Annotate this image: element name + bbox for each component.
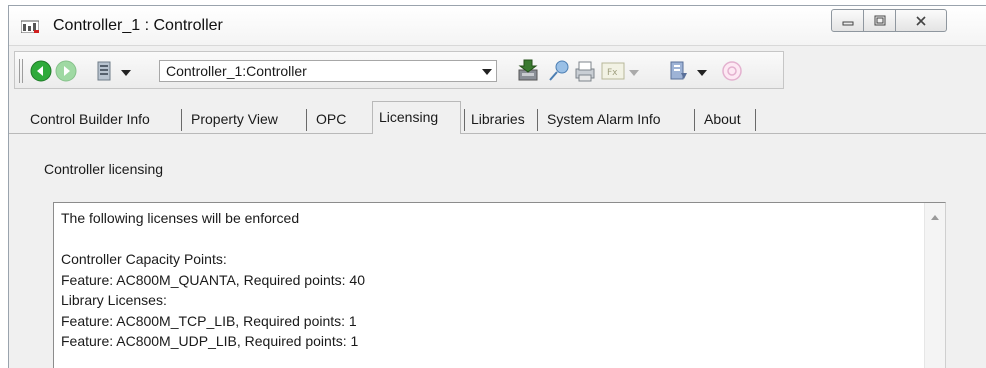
forward-icon[interactable] <box>55 60 77 82</box>
license-line <box>61 229 365 250</box>
close-icon <box>916 15 926 26</box>
licensing-panel: Controller licensing The following licen… <box>9 134 986 368</box>
svg-text:Fx: Fx <box>607 68 618 78</box>
licenses-textbox[interactable]: The following licenses will be enforced … <box>53 202 946 368</box>
pin-icon[interactable] <box>547 59 571 83</box>
license-line: Feature: AC800M_TCP_LIB, Required points… <box>61 312 357 329</box>
licenses-text: The following licenses will be enforced … <box>61 208 365 352</box>
maximize-button[interactable] <box>863 9 896 32</box>
print-icon[interactable] <box>573 59 597 83</box>
license-line: Library Licenses: <box>61 292 167 308</box>
back-icon[interactable] <box>30 60 52 82</box>
function-icon[interactable]: Fx <box>601 61 625 81</box>
tab-divider <box>694 109 695 131</box>
title-bar: Controller_1 : Controller <box>9 6 986 46</box>
download-icon[interactable] <box>515 58 541 84</box>
license-line: Feature: AC800M_UDP_LIB, Required points… <box>61 333 359 349</box>
tab-divider <box>537 109 538 131</box>
close-button[interactable] <box>895 9 947 32</box>
controller-combo[interactable]: Controller_1:Controller <box>159 60 497 82</box>
toolbar-grip[interactable] <box>19 59 23 83</box>
tab-divider <box>181 109 182 131</box>
controller-icon[interactable] <box>95 60 113 82</box>
section-label: Controller licensing <box>44 161 164 177</box>
license-line: Controller Capacity Points: <box>61 251 227 267</box>
maximize-icon <box>874 15 885 26</box>
app-icon <box>21 20 39 33</box>
vertical-scrollbar[interactable] <box>924 203 945 368</box>
tab-divider <box>306 109 307 131</box>
online-icon[interactable] <box>721 60 743 82</box>
tab-divider <box>755 109 756 131</box>
combo-value: Controller_1:Controller <box>166 63 307 79</box>
window-title: Controller_1 : Controller <box>53 17 223 34</box>
minimize-button[interactable] <box>831 9 864 32</box>
toolbar-frame: Controller_1:Controller Fx <box>14 51 784 89</box>
chevron-down-icon[interactable] <box>482 69 492 75</box>
tab-control-builder-info[interactable]: Control Builder Info <box>24 105 156 133</box>
tab-licensing[interactable]: Licensing <box>372 101 461 134</box>
minimize-icon <box>842 21 853 25</box>
library-icon[interactable] <box>667 59 689 83</box>
tab-about[interactable]: About <box>698 105 747 133</box>
license-line: Feature: AC800M_QUANTA, Required points:… <box>61 271 366 288</box>
tab-libraries[interactable]: Libraries <box>465 105 531 133</box>
toolbar: Controller_1:Controller Fx <box>9 47 986 93</box>
controller-window: Controller_1 : Controller Controller_1:C… <box>8 5 986 368</box>
controller-dropdown-arrow[interactable] <box>121 70 131 76</box>
function-dropdown-arrow[interactable] <box>629 70 639 76</box>
tab-opc[interactable]: OPC <box>310 105 352 133</box>
license-line: The following licenses will be enforced <box>61 210 300 226</box>
tab-system-alarm-info[interactable]: System Alarm Info <box>541 105 667 133</box>
scroll-up-icon[interactable] <box>931 215 939 220</box>
library-dropdown-arrow[interactable] <box>697 70 707 76</box>
tab-strip: Control Builder Info Property View OPC L… <box>9 101 986 134</box>
tab-property-view[interactable]: Property View <box>185 105 284 133</box>
